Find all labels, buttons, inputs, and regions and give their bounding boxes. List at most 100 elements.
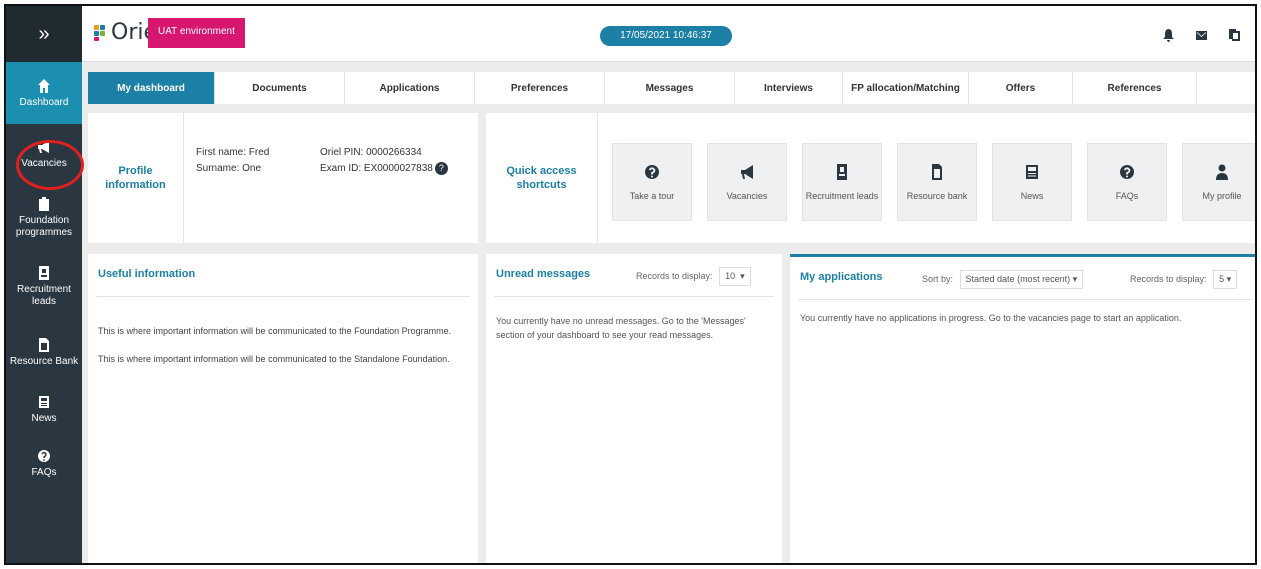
document-icon	[932, 164, 942, 180]
files-icon[interactable]	[1228, 28, 1241, 42]
datetime-display: 17/05/2021 10:46:37	[600, 26, 732, 46]
sort-control: Sort by: Started date (most recent) ▾	[922, 270, 1084, 289]
user-icon	[1216, 164, 1228, 180]
records-select[interactable]: 5 ▾	[1213, 270, 1238, 289]
oriel-pin: Oriel PIN: 0000266334	[320, 147, 422, 158]
divider	[494, 296, 774, 297]
sidebar-item-faqs[interactable]: FAQs	[6, 436, 82, 490]
unread-empty-message: You currently have no unread messages. G…	[496, 316, 746, 340]
records-value: 5	[1219, 274, 1225, 284]
question-icon	[38, 449, 50, 462]
sidebar-item-label: Dashboard	[19, 96, 69, 108]
my-applications-panel: My applications Sort by: Started date (m…	[790, 254, 1255, 563]
sidebar-item-label: FAQs	[31, 466, 57, 478]
sidebar-item-label: News	[31, 412, 57, 424]
environment-badge: UAT environment	[148, 18, 245, 48]
question-icon	[1120, 165, 1134, 179]
profile-names: First name: Fred Surname: One	[196, 145, 269, 177]
tab-documents[interactable]: Documents	[215, 72, 345, 104]
profile-ids: Oriel PIN: 0000266334 Exam ID: EX0000027…	[320, 145, 448, 177]
header-icons	[1162, 28, 1241, 42]
exam-id: Exam ID: EX0000027838	[320, 163, 433, 174]
divider	[96, 296, 470, 297]
mail-icon[interactable]	[1195, 28, 1208, 42]
shortcut-faqs[interactable]: FAQs	[1087, 143, 1167, 221]
tab-references[interactable]: References	[1073, 72, 1197, 104]
sidebar-item-label: Recruitment leads	[17, 283, 71, 307]
records-label: Records to display:	[636, 271, 713, 281]
shortcut-resource-bank[interactable]: Resource bank	[897, 143, 977, 221]
sidebar-item-label: Vacancies	[21, 157, 67, 169]
help-icon[interactable]: ?	[434, 161, 448, 175]
useful-information-panel: Useful information This is where importa…	[88, 254, 478, 563]
sidebar-item-news[interactable]: News	[6, 382, 82, 436]
shortcut-vacancies[interactable]: Vacancies	[707, 143, 787, 221]
shortcut-label: Resource bank	[906, 191, 968, 201]
records-select[interactable]: 10 ▾	[719, 267, 751, 286]
surname: Surname: One	[196, 163, 262, 174]
shortcut-news[interactable]: News	[992, 143, 1072, 221]
sidebar-item-vacancies[interactable]: Vacancies	[6, 124, 82, 184]
sidebar-toggle[interactable]: »	[6, 6, 82, 62]
sidebar-item-dashboard[interactable]: Dashboard	[6, 62, 82, 124]
shortcut-label: Vacancies	[726, 191, 768, 201]
sidebar-item-resource-bank[interactable]: Resource Bank	[6, 322, 82, 382]
panel-title: Useful information	[98, 268, 196, 280]
shortcut-label: Take a tour	[629, 191, 675, 201]
first-name: First name: Fred	[196, 147, 270, 158]
records-control: Records to display: 10 ▾	[636, 267, 751, 286]
records-control: Records to display: 5 ▾	[1130, 270, 1238, 289]
app-frame: » Dashboard Vacancies Foundation program…	[4, 4, 1257, 565]
logo-mark-icon	[94, 24, 108, 41]
tab-applications[interactable]: Applications	[345, 72, 475, 104]
panel-title: Unread messages	[496, 268, 591, 280]
tab-my-dashboard[interactable]: My dashboard	[88, 72, 215, 104]
shortcut-label: FAQs	[1115, 191, 1139, 201]
sort-label: Sort by:	[922, 274, 954, 284]
newspaper-icon	[39, 395, 49, 408]
megaphone-icon	[38, 140, 49, 153]
top-header: Oriel UAT environment 17/05/2021 10:46:3…	[82, 6, 1255, 62]
applications-empty-message: You currently have no applications in pr…	[800, 313, 1182, 323]
dashboard-tabs: My dashboard Documents Applications Pref…	[88, 72, 1255, 104]
tab-interviews[interactable]: Interviews	[735, 72, 843, 104]
id-card-icon	[837, 164, 847, 180]
document-icon	[39, 337, 49, 352]
quick-access-panel: Quick access shortcuts Take a tour Vacan…	[486, 113, 1255, 243]
sidebar: » Dashboard Vacancies Foundation program…	[6, 6, 82, 563]
records-value: 10	[725, 271, 736, 281]
divider	[798, 299, 1253, 300]
shortcut-take-a-tour[interactable]: Take a tour	[612, 143, 692, 221]
megaphone-icon	[741, 165, 753, 179]
shortcut-label: My profile	[1202, 191, 1242, 201]
tab-preferences[interactable]: Preferences	[475, 72, 605, 104]
exam-id-row: Exam ID: EX0000027838?	[320, 161, 448, 177]
profile-label: Profile information	[88, 113, 184, 243]
shortcut-my-profile[interactable]: My profile	[1182, 143, 1255, 221]
records-label: Records to display:	[1130, 274, 1207, 284]
sidebar-item-label: Foundation programmes	[15, 214, 73, 238]
sidebar-item-foundation-programmes[interactable]: Foundation programmes	[6, 184, 82, 250]
id-card-icon	[39, 265, 49, 280]
tab-offers[interactable]: Offers	[969, 72, 1073, 104]
shortcut-recruitment-leads[interactable]: Recruitment leads	[802, 143, 882, 221]
sidebar-item-label: Resource Bank	[9, 355, 79, 367]
sort-select[interactable]: Started date (most recent) ▾	[959, 270, 1084, 289]
tab-messages[interactable]: Messages	[605, 72, 735, 104]
shortcut-label: Recruitment leads	[805, 191, 879, 201]
newspaper-icon	[1026, 165, 1038, 179]
info-line: This is where important information will…	[98, 354, 450, 364]
clipboard-icon	[39, 196, 49, 211]
quick-access-label: Quick access shortcuts	[486, 113, 598, 243]
profile-panel: Profile information First name: Fred Sur…	[88, 113, 478, 243]
question-icon	[645, 165, 659, 179]
home-icon	[38, 78, 50, 93]
bell-icon[interactable]	[1162, 28, 1175, 42]
info-line: This is where important information will…	[98, 326, 452, 336]
unread-messages-panel: Unread messages Records to display: 10 ▾…	[486, 254, 782, 563]
tab-fp-allocation-matching[interactable]: FP allocation/Matching	[843, 72, 969, 104]
shortcut-label: News	[1020, 191, 1044, 201]
panel-title: My applications	[800, 271, 883, 283]
sidebar-item-recruitment-leads[interactable]: Recruitment leads	[6, 250, 82, 322]
sort-value: Started date (most recent)	[965, 274, 1071, 284]
